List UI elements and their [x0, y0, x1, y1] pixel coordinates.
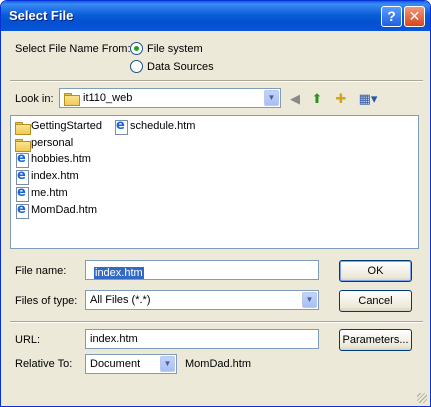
cancel-button[interactable]: Cancel [339, 290, 412, 312]
relative-value: Document [90, 358, 141, 370]
source-label: Select File Name From: [15, 43, 131, 55]
ok-button[interactable]: OK [339, 260, 412, 282]
parameters-button[interactable]: Parameters... [339, 329, 412, 351]
back-icon[interactable]: ◀ [286, 91, 304, 107]
chevron-down-icon[interactable]: ▼ [302, 292, 317, 308]
html-file-icon [113, 119, 129, 135]
file-name: index.htm [31, 170, 79, 182]
relative-file: MomDad.htm [185, 358, 252, 370]
folder-icon [14, 119, 31, 135]
url-input[interactable]: index.htm [85, 329, 319, 349]
file-name: GettingStarted [31, 120, 102, 132]
lookin-combo[interactable]: it110_web ▼ [59, 88, 281, 108]
filetype-select[interactable]: All Files (*.*) ▼ [85, 290, 319, 310]
html-file-icon [14, 169, 30, 185]
filetype-label: Files of type: [15, 295, 78, 307]
chevron-down-icon[interactable]: ▼ [264, 90, 279, 106]
title-bar[interactable]: Select File ? ✕ [1, 1, 430, 31]
radio-data-sources[interactable] [130, 60, 143, 73]
file-name: me.htm [31, 187, 68, 199]
url-value: index.htm [90, 333, 138, 345]
file-name: MomDad.htm [31, 204, 98, 216]
select-file-dialog: Select File ? ✕ Select File Name From: F… [0, 0, 431, 407]
url-label: URL: [15, 334, 41, 346]
radio-file-system-label[interactable]: File system [147, 43, 203, 55]
view-menu-icon[interactable]: ▦▾ [355, 91, 381, 107]
radio-file-system[interactable] [130, 42, 143, 55]
divider [10, 80, 423, 82]
help-button[interactable]: ? [381, 6, 402, 27]
filename-label: File name: [15, 265, 67, 277]
file-name: schedule.htm [130, 120, 196, 132]
relative-select[interactable]: Document ▼ [85, 354, 177, 374]
lookin-label: Look in: [15, 93, 54, 105]
folder-icon [14, 136, 31, 152]
file-list[interactable]: GettingStarted personal hobbies.htm inde… [10, 115, 419, 249]
folder-icon [63, 90, 80, 106]
resize-grip-icon[interactable] [417, 393, 427, 403]
radio-data-sources-label[interactable]: Data Sources [147, 61, 214, 73]
filename-input[interactable]: index.htm [85, 260, 319, 280]
filetype-value: All Files (*.*) [90, 294, 151, 306]
file-name: hobbies.htm [31, 153, 91, 165]
html-file-icon [14, 186, 30, 202]
relative-label: Relative To: [15, 358, 73, 370]
html-file-icon [14, 152, 30, 168]
filename-selected-text: index.htm [94, 267, 144, 279]
chevron-down-icon[interactable]: ▼ [160, 356, 175, 372]
divider [10, 321, 423, 323]
up-folder-icon[interactable]: ⬆ [308, 91, 326, 107]
html-file-icon [14, 203, 30, 219]
new-folder-icon[interactable]: ✚ [332, 91, 350, 107]
window-title: Select File [9, 8, 74, 23]
close-button[interactable]: ✕ [404, 6, 425, 27]
lookin-value: it110_web [83, 92, 133, 104]
file-name: personal [31, 137, 74, 149]
